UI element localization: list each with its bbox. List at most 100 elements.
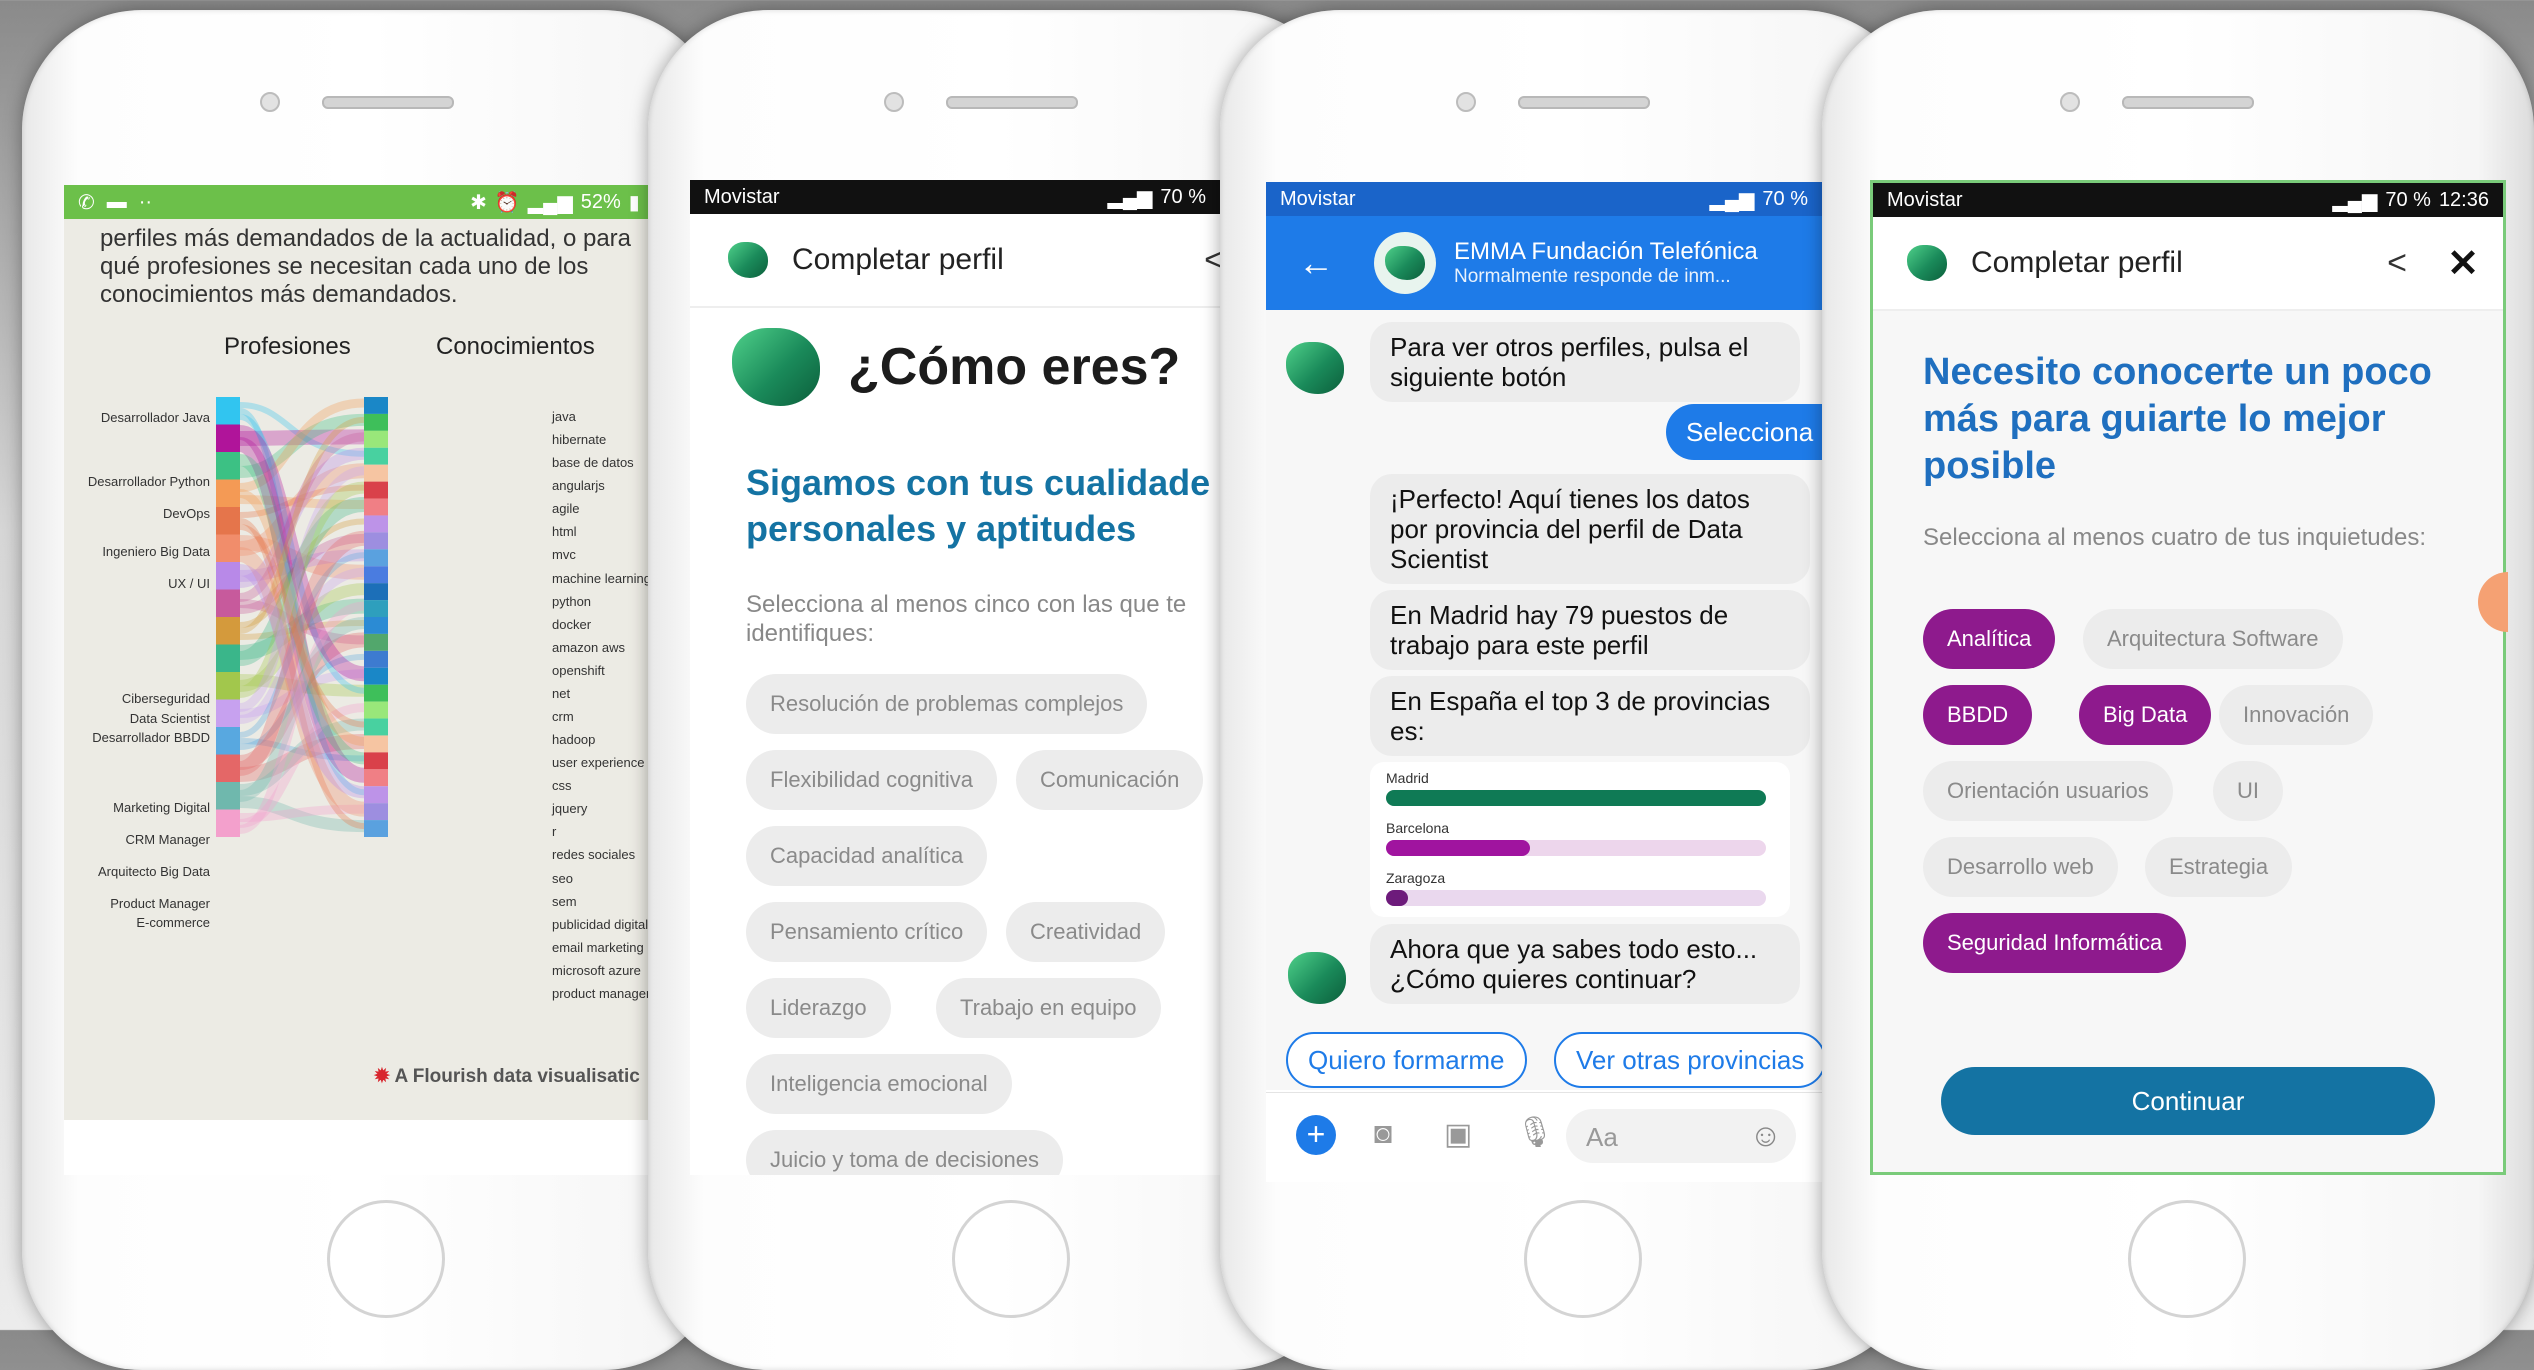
instruction: Selecciona al menos cinco con las que te… xyxy=(746,591,1187,647)
sankey-node-left xyxy=(216,397,240,425)
sankey-node-right xyxy=(364,566,388,584)
hero: ¿Cómo eres? xyxy=(732,328,1180,406)
emoji-icon[interactable]: ☺ xyxy=(1749,1117,1782,1154)
quick-reply-formarme[interactable]: Quiero formarme xyxy=(1286,1032,1527,1088)
microphone-icon[interactable]: 🎙 xyxy=(1516,1115,1554,1150)
skill-label: amazon aws xyxy=(552,639,625,655)
flourish-logo-icon: ✹ xyxy=(374,1066,395,1087)
plus-icon[interactable]: + xyxy=(1296,1115,1336,1155)
sankey-node-right xyxy=(364,397,388,414)
chip-arquitectura-software[interactable]: Arquitectura Software xyxy=(2083,609,2343,669)
chip-comunicación[interactable]: Comunicación xyxy=(1016,750,1204,810)
chip-desarrollo-web[interactable]: Desarrollo web xyxy=(1923,837,2118,897)
province-chart: Madrid Barcelona Zaragoza xyxy=(1370,762,1790,917)
battery-icon: ▮ xyxy=(628,191,640,214)
chip-analítica[interactable]: Analítica xyxy=(1923,609,2056,669)
chip-pensamiento-crítico[interactable]: Pensamiento crítico xyxy=(746,902,988,962)
signal-icon: ▂▄▆ xyxy=(527,191,573,214)
carrier: Movistar xyxy=(1887,188,1963,211)
skill-label: openshift xyxy=(552,662,605,678)
bar-track xyxy=(1386,890,1766,906)
image-icon[interactable]: ▣ xyxy=(1444,1117,1472,1152)
phone-3: Movistar ▂▄▆ 70 % ← EMMA Fundación Telef… xyxy=(1220,10,1920,1370)
instruction: Selecciona al menos cuatro de tus inquie… xyxy=(1923,524,2426,551)
earpiece xyxy=(1518,96,1650,109)
back-arrow-icon[interactable]: ← xyxy=(1298,242,1334,284)
sankey-node-right xyxy=(364,481,388,499)
whatsapp-icon: ✆ xyxy=(78,191,95,214)
sankey-node-right xyxy=(364,532,388,550)
sankey-node-left xyxy=(216,644,240,672)
hero-title: ¿Cómo eres? xyxy=(848,338,1181,396)
chip-innovación[interactable]: Innovación xyxy=(2219,685,2374,745)
bot-message-1: Para ver otros perfiles, pulsa el siguie… xyxy=(1370,322,1800,402)
sankey-node-left xyxy=(216,424,240,452)
signal-icon: ▂▄▆ xyxy=(2332,189,2378,212)
share-icon[interactable]: < xyxy=(2387,244,2407,283)
skill-label: html xyxy=(552,524,577,540)
sankey-node-right xyxy=(364,464,388,482)
chip-liderazgo[interactable]: Liderazgo xyxy=(746,978,891,1038)
skill-label: email marketing xyxy=(552,939,644,955)
chip-resolución-de-problemas-complejos[interactable]: Resolución de problemas complejos xyxy=(746,674,1148,734)
chip-big-data[interactable]: Big Data xyxy=(2079,685,2212,745)
chip-creatividad[interactable]: Creatividad xyxy=(1006,902,1166,962)
home-button[interactable] xyxy=(1524,1200,1642,1318)
close-icon[interactable]: ✕ xyxy=(2447,241,2479,286)
chip-inteligencia-emocional[interactable]: Inteligencia emocional xyxy=(746,1054,1012,1114)
sankey-node-right xyxy=(364,684,388,702)
emma-logo-icon xyxy=(1385,246,1425,280)
sankey-node-right xyxy=(364,786,388,804)
screen-2: Movistar ▂▄▆ 70 % Completar perfil < ¿Có… xyxy=(690,180,1220,1175)
chip-capacidad-analítica[interactable]: Capacidad analítica xyxy=(746,826,988,886)
sankey-node-left xyxy=(216,562,240,590)
bar-zaragoza xyxy=(1386,890,1408,906)
chip-ui[interactable]: UI xyxy=(2213,761,2283,821)
chip-orientación-usuarios[interactable]: Orientación usuarios xyxy=(1923,761,2173,821)
chip-bbdd[interactable]: BBDD xyxy=(1923,685,2033,745)
bar-barcelona xyxy=(1386,840,1531,856)
message-input[interactable]: Aa ☺ xyxy=(1566,1109,1796,1163)
sankey-node-right xyxy=(364,718,388,736)
sankey-node-left xyxy=(216,452,240,480)
bar-label: Zaragoza xyxy=(1386,870,1446,886)
bot-message-3: En Madrid hay 79 puestos de trabajo para… xyxy=(1370,590,1810,670)
screen-3: Movistar ▂▄▆ 70 % ← EMMA Fundación Telef… xyxy=(1266,182,1822,1182)
skill-label: redes sociales xyxy=(552,847,636,863)
status-bar: ✆ ▬ ·· ✱ ⏰ ▂▄▆ 52% ▮ 16 xyxy=(64,185,684,219)
chip-juicio-y-toma-de-decisiones[interactable]: Juicio y toma de decisiones xyxy=(746,1130,1064,1175)
sankey-node-right xyxy=(364,667,388,685)
home-button[interactable] xyxy=(952,1200,1070,1318)
skill-label: sem xyxy=(552,893,577,909)
chat-avatar[interactable] xyxy=(1374,232,1436,294)
app-header: Completar perfil < xyxy=(690,214,1220,308)
sankey-node-right xyxy=(364,633,388,651)
user-message-bubble[interactable]: Selecciona xyxy=(1666,404,1822,460)
share-icon[interactable]: < xyxy=(1204,241,1220,280)
skill-label: crm xyxy=(552,709,574,724)
sankey-node-left xyxy=(216,809,240,837)
sankey-node-left xyxy=(216,754,240,782)
flourish-credit[interactable]: ✹ A Flourish data visualisatic xyxy=(374,1065,640,1088)
chat-title-block: EMMA Fundación Telefónica Normalmente re… xyxy=(1454,238,1758,288)
battery-percent: 70 % xyxy=(2385,188,2431,211)
home-button[interactable] xyxy=(2128,1200,2246,1318)
continue-button[interactable]: Continuar xyxy=(1941,1067,2435,1135)
phone-4: Movistar ▂▄▆ 70 % 12:36 Completar perfil… xyxy=(1822,10,2534,1370)
chip-flexibilidad-cognitiva[interactable]: Flexibilidad cognitiva xyxy=(746,750,997,810)
chip-trabajo-en-equipo[interactable]: Trabajo en equipo xyxy=(936,978,1161,1038)
chip-estrategia[interactable]: Estrategia xyxy=(2145,837,2293,897)
sankey-node-right xyxy=(364,701,388,719)
front-camera xyxy=(260,92,280,112)
skill-label: r xyxy=(552,824,557,840)
earpiece xyxy=(322,96,454,109)
skill-label: seo xyxy=(552,870,573,886)
sankey-node-right xyxy=(364,600,388,617)
camera-icon[interactable]: ◙ xyxy=(1374,1117,1392,1151)
sankey-node-right xyxy=(364,447,388,465)
sankey-node-right xyxy=(364,515,388,533)
chip-seguridad-informática[interactable]: Seguridad Informática xyxy=(1923,913,2187,973)
quick-reply-provincias[interactable]: Ver otras provincias xyxy=(1554,1032,1822,1088)
col-skills: Conocimientos xyxy=(436,333,595,360)
home-button[interactable] xyxy=(327,1200,445,1318)
